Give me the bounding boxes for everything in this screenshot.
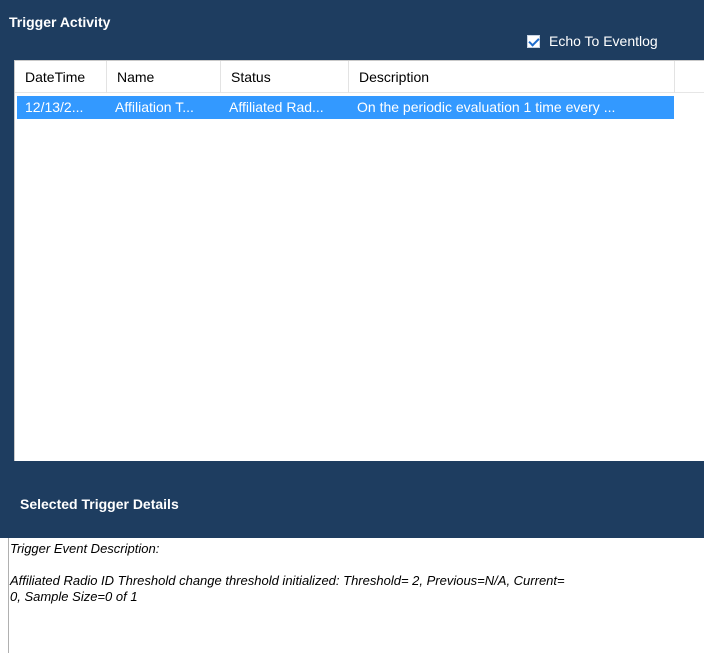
echo-to-eventlog-checkbox[interactable]: Echo To Eventlog <box>527 33 658 49</box>
column-header-description[interactable]: Description <box>349 61 675 93</box>
column-header-name[interactable]: Name <box>107 61 221 93</box>
cell-description: On the periodic evaluation 1 time every … <box>357 99 616 115</box>
list-header: DateTime Name Status Description <box>15 61 704 93</box>
echo-to-eventlog-label[interactable]: Echo To Eventlog <box>549 33 658 49</box>
trigger-event-description-heading: Trigger Event Description: <box>10 541 160 556</box>
cell-status: Affiliated Rad... <box>229 99 324 115</box>
cell-name: Affiliation T... <box>115 99 194 115</box>
trigger-activity-panel: Trigger Activity Echo To Eventlog DateTi… <box>0 0 704 466</box>
column-header-status[interactable]: Status <box>221 61 349 93</box>
checkbox-checked-icon[interactable] <box>527 34 540 48</box>
trigger-details-text-line2: 0, Sample Size=0 of 1 <box>10 589 138 604</box>
selected-trigger-details-panel: Selected Trigger Details <box>0 466 704 538</box>
column-header-datetime[interactable]: DateTime <box>15 61 107 93</box>
trigger-activity-list[interactable]: DateTime Name Status Description 12/13/2… <box>14 60 704 461</box>
cell-datetime: 12/13/2... <box>25 99 84 115</box>
selected-trigger-details-title: Selected Trigger Details <box>20 496 179 512</box>
trigger-activity-title: Trigger Activity <box>9 14 111 30</box>
trigger-details-textbox[interactable]: Trigger Event Description: Affiliated Ra… <box>8 538 704 653</box>
trigger-details-text-line1: Affiliated Radio ID Threshold change thr… <box>10 573 565 588</box>
list-item[interactable]: 12/13/2... Affiliation T... Affiliated R… <box>17 96 674 119</box>
